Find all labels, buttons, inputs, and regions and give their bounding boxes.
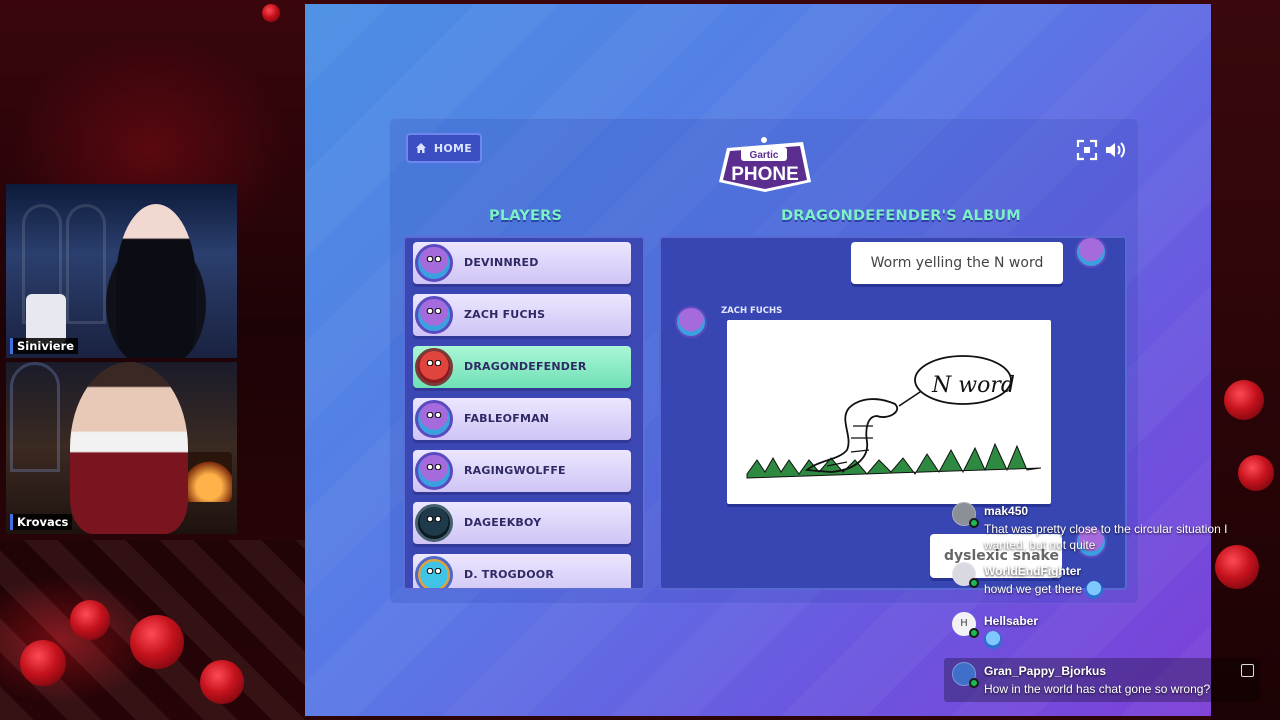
gartic-phone-logo: Gartic PHONE	[713, 134, 817, 196]
chat-text-content: howd we get there	[984, 582, 1083, 597]
status-badge	[969, 628, 979, 638]
player-avatar	[415, 556, 453, 588]
chat-overlay: mak450 That was pretty close to the circ…	[944, 498, 1260, 704]
status-badge	[969, 518, 979, 528]
drawer-name: ZACH FUCHS	[721, 306, 783, 316]
webcam-siniviere: Siniviere	[6, 184, 237, 358]
player-name: DEVINNRED	[464, 256, 539, 269]
vtuber-avatar	[70, 362, 188, 534]
chat-text: That was pretty close to the circular si…	[984, 522, 1228, 552]
emote-icon	[1085, 581, 1104, 599]
chat-message: mak450 That was pretty close to the circ…	[944, 498, 1260, 552]
player-item[interactable]: FABLEOFMAN	[413, 398, 631, 440]
prompt-bubble: Worm yelling the N word	[851, 242, 1063, 284]
fireplace	[186, 452, 232, 502]
rose-decoration	[1224, 380, 1264, 420]
player-name: ZACH FUCHS	[464, 308, 546, 321]
rose-decoration	[1238, 455, 1274, 491]
player-avatar	[415, 452, 453, 490]
rose-decoration	[200, 660, 244, 704]
webcam-label: Siniviere	[10, 338, 79, 354]
rose-decoration	[130, 615, 184, 669]
player-avatar	[415, 504, 453, 542]
player-item[interactable]: ZACH FUCHS	[413, 294, 631, 336]
player-avatar	[415, 244, 453, 282]
chat-username: mak450	[984, 504, 1029, 518]
message-action-icon[interactable]	[1241, 664, 1254, 677]
logo-line2: PHONE	[731, 164, 799, 185]
home-label: HOME	[433, 141, 473, 155]
webcam-krovacs: Krovacs	[6, 362, 237, 534]
chat-message: WorldEndFighter howd we get there	[944, 558, 1260, 604]
player-avatar	[415, 348, 453, 386]
drawing-text: N word	[931, 373, 1015, 398]
player-item[interactable]: RAGINGWOLFFE	[413, 450, 631, 492]
logo-line1: Gartic	[750, 150, 779, 161]
chat-message: H Hellsaber	[944, 608, 1260, 654]
player-item-active[interactable]: DRAGONDEFENDER	[413, 346, 631, 388]
player-avatar	[1075, 238, 1107, 268]
player-avatar	[415, 296, 453, 334]
player-name: DAGEEKBOY	[464, 516, 542, 529]
chat-username: WorldEndFighter	[984, 564, 1082, 578]
home-icon	[415, 143, 426, 153]
rose-decoration	[20, 640, 66, 686]
emote-icon	[984, 631, 1002, 649]
chat-text	[984, 631, 1256, 649]
chat-text: How in the world has chat gone so wrong?	[984, 682, 1211, 696]
player-item[interactable]: D. TROGDOOR	[413, 554, 631, 588]
album-title: DRAGONDEFENDER'S ALBUM	[781, 208, 1021, 224]
rose-decoration	[262, 4, 280, 22]
fullscreen-icon[interactable]	[1075, 138, 1099, 162]
status-badge	[969, 678, 979, 688]
players-list[interactable]: DEVINNRED ZACH FUCHS DRAGONDEFENDER FABL…	[403, 236, 645, 590]
chat-username: Gran_Pappy_Bjorkus	[984, 664, 1107, 678]
player-name: FABLEOFMAN	[464, 412, 550, 425]
rose-decoration	[70, 600, 110, 640]
cake-decoration	[26, 294, 66, 344]
player-name: RAGINGWOLFFE	[464, 464, 566, 477]
home-button[interactable]: HOME	[406, 133, 482, 163]
window-arch	[66, 204, 106, 324]
chat-text: howd we get there	[984, 581, 1256, 599]
window-arch	[10, 362, 60, 472]
chat-username: Hellsaber	[984, 614, 1039, 628]
status-badge	[969, 578, 979, 588]
drawing-canvas: N word	[727, 320, 1051, 504]
player-item[interactable]: DAGEEKBOY	[413, 502, 631, 544]
vtuber-avatar	[116, 204, 196, 358]
chat-message: Gran_Pappy_Bjorkus How in the world has …	[944, 658, 1260, 702]
player-name: DRAGONDEFENDER	[464, 360, 587, 373]
player-name: D. TROGDOOR	[464, 568, 554, 581]
player-avatar	[415, 400, 453, 438]
player-item[interactable]: DEVINNRED	[413, 242, 631, 284]
drawer-avatar	[675, 306, 707, 338]
players-title: PLAYERS	[489, 208, 563, 224]
webcam-label: Krovacs	[10, 514, 73, 530]
speaker-icon[interactable]	[1103, 138, 1127, 162]
